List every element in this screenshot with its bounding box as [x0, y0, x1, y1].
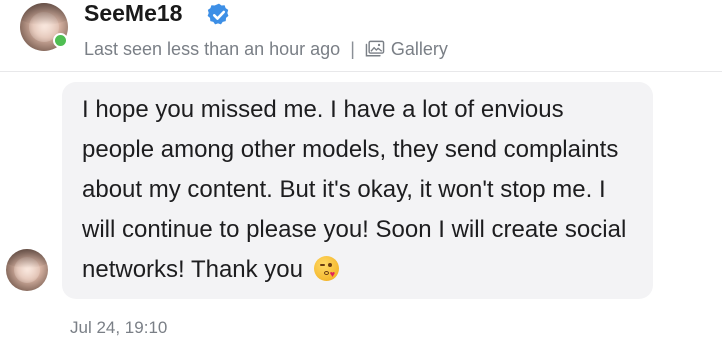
gallery-icon: [365, 40, 385, 57]
gallery-link[interactable]: Gallery: [365, 39, 448, 60]
chat-view: SeeMe18 Last seen less than an hour ago …: [0, 0, 722, 350]
message-sender-avatar[interactable]: [6, 249, 48, 291]
status-separator: |: [350, 38, 355, 59]
avatar-hair: [20, 3, 68, 25]
kiss-emoji-icon: ♥: [313, 256, 339, 281]
last-seen-text: Last seen less than an hour ago: [84, 38, 341, 59]
verified-badge-icon: [207, 3, 229, 25]
gallery-label: Gallery: [390, 38, 448, 59]
status-line: Last seen less than an hour ago | Galler…: [84, 38, 448, 60]
chat-header: SeeMe18 Last seen less than an hour ago …: [0, 0, 722, 72]
message-timestamp: Jul 24, 19:10: [70, 318, 168, 337]
message-text: I hope you missed me. I have a lot of en…: [82, 96, 627, 283]
online-status-dot: [53, 33, 68, 48]
message-text-container: I hope you missed me. I have a lot of en…: [82, 90, 635, 290]
avatar-hair: [6, 249, 48, 268]
message-bubble[interactable]: I hope you missed me. I have a lot of en…: [62, 82, 653, 299]
username[interactable]: SeeMe18: [84, 0, 182, 26]
